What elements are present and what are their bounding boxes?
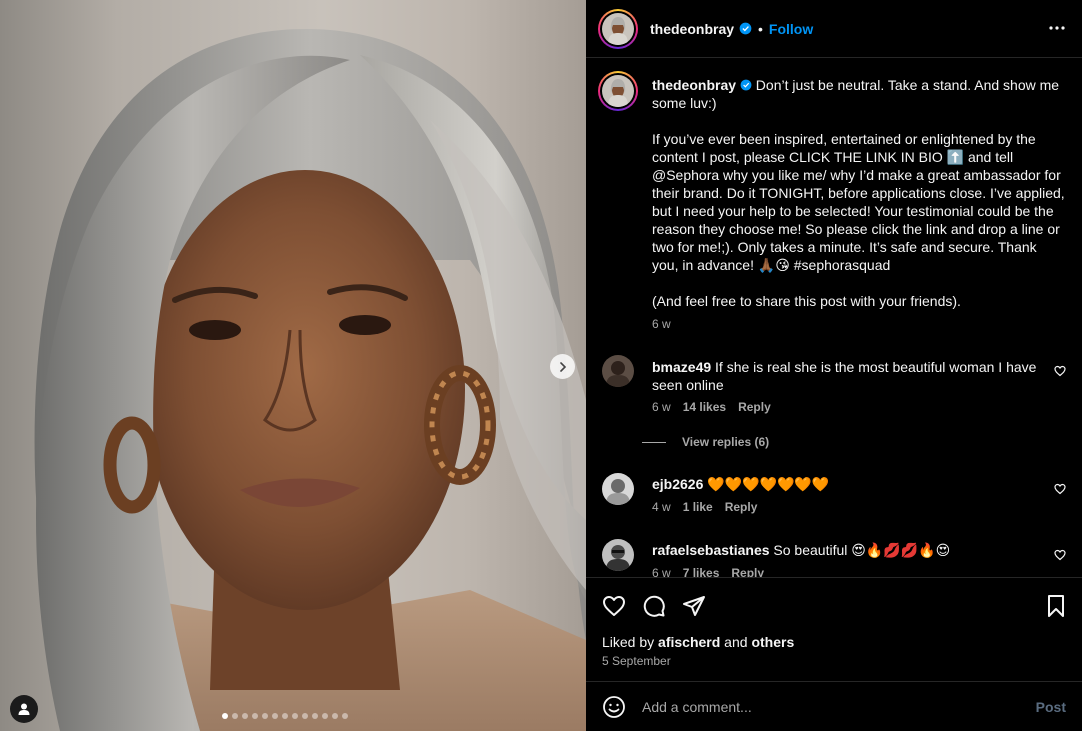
caption-avatar[interactable] (598, 71, 638, 111)
header-separator: • (758, 20, 763, 37)
view-replies-button[interactable]: View replies (6) (642, 435, 769, 449)
post-actions: Liked by afischerd and others 5 Septembe… (586, 577, 1082, 681)
comment-time[interactable]: 4 w (652, 500, 671, 514)
commenter-username[interactable]: bmaze49 (652, 359, 711, 375)
post-author-username[interactable]: thedeonbray (650, 21, 734, 37)
user-tag-icon (18, 703, 30, 715)
post-header: thedeonbray • Follow (586, 0, 1082, 58)
comment-composer: Post (586, 681, 1082, 731)
liked-by-others[interactable]: others (751, 634, 794, 650)
comment-text: ejb2626 🧡🧡🧡🧡🧡🧡🧡 (652, 475, 1040, 493)
like-comment-heart-icon[interactable] (1054, 549, 1066, 561)
comment-body: 🧡🧡🧡🧡🧡🧡🧡 (707, 476, 830, 492)
more-icon[interactable] (1048, 19, 1066, 37)
comment-likes[interactable]: 1 like (683, 500, 713, 514)
comment-body: If she is real she is the most beautiful… (652, 359, 1041, 393)
comment-time[interactable]: 6 w (652, 566, 671, 577)
post-caption: thedeonbray Don’t just be neutral. Take … (598, 71, 1066, 333)
verified-icon (740, 79, 752, 91)
post-photo (34, 29, 586, 731)
reply-button[interactable]: Reply (731, 566, 764, 577)
carousel-dot (322, 713, 328, 719)
carousel-dot (222, 713, 228, 719)
reply-button[interactable]: Reply (738, 400, 771, 414)
like-comment-heart-icon[interactable] (1054, 365, 1066, 377)
post-date[interactable]: 5 September (602, 654, 671, 668)
next-slide-button[interactable] (550, 354, 575, 379)
comment-meta: 6 w 7 likes Reply (652, 566, 764, 577)
caption-paragraph-3: (And feel free to share this post with y… (652, 293, 961, 309)
caption-meta: 6 w (652, 317, 671, 331)
avatar[interactable] (598, 8, 638, 49)
carousel-dot (272, 713, 278, 719)
comment-text: bmaze49 If she is real she is the most b… (652, 358, 1040, 394)
next-icon (559, 361, 566, 372)
comment-item: ejb2626 🧡🧡🧡🧡🧡🧡🧡 4 w 1 like Reply (602, 473, 1066, 533)
post-panel: thedeonbray • Follow thedeonbray Don’t j… (586, 0, 1082, 731)
carousel-dot (332, 713, 338, 719)
bookmark-icon[interactable] (1044, 594, 1068, 618)
follow-button[interactable]: Follow (769, 21, 813, 37)
comment-likes[interactable]: 7 likes (683, 566, 720, 577)
share-icon[interactable] (682, 594, 706, 618)
commenter-avatar[interactable] (602, 355, 634, 387)
comment-input[interactable] (642, 698, 1036, 715)
liked-by: Liked by afischerd and others (602, 634, 794, 650)
liked-by-user[interactable]: afischerd (658, 634, 720, 650)
comment-text: rafaelsebastianes So beautiful 😍🔥💋💋🔥😍 (652, 541, 1040, 559)
comments-scroll-area[interactable]: thedeonbray Don’t just be neutral. Take … (586, 59, 1082, 577)
carousel-dot (302, 713, 308, 719)
carousel-dot (342, 713, 348, 719)
reply-button[interactable]: Reply (725, 500, 758, 514)
commenter-username[interactable]: ejb2626 (652, 476, 703, 492)
carousel-dot (292, 713, 298, 719)
post-comment-button[interactable]: Post (1036, 699, 1066, 715)
caption-username[interactable]: thedeonbray (652, 77, 736, 93)
like-comment-heart-icon[interactable] (1054, 483, 1066, 495)
heart-icon[interactable] (602, 594, 626, 618)
carousel-dot (312, 713, 318, 719)
post-media[interactable] (0, 0, 586, 731)
comment-icon[interactable] (642, 594, 666, 618)
comment-meta: 6 w 14 likes Reply (652, 400, 771, 414)
comment-body: So beautiful 😍🔥💋💋🔥😍 (773, 542, 951, 558)
comment-time[interactable]: 6 w (652, 400, 671, 414)
caption-paragraph-2: If you’ve ever been inspired, entertaine… (652, 131, 1069, 273)
carousel-dot (232, 713, 238, 719)
comment-meta: 4 w 1 like Reply (652, 500, 757, 514)
carousel-dot (262, 713, 268, 719)
emoji-icon[interactable] (602, 695, 626, 719)
commenter-avatar[interactable] (602, 473, 634, 505)
comment-item: rafaelsebastianes So beautiful 😍🔥💋💋🔥😍 6 … (602, 539, 1066, 577)
commenter-username[interactable]: rafaelsebastianes (652, 542, 770, 558)
caption-time[interactable]: 6 w (652, 317, 671, 331)
verified-icon (739, 22, 752, 35)
caption-text: thedeonbray Don’t just be neutral. Take … (652, 76, 1066, 310)
liked-by-and: and (720, 634, 752, 650)
liked-by-prefix: Liked by (602, 634, 659, 650)
avatar-image (602, 12, 634, 45)
carousel-dot (282, 713, 288, 719)
comment-item: bmaze49 If she is real she is the most b… (602, 355, 1066, 455)
carousel-dot (242, 713, 248, 719)
carousel-dot (252, 713, 258, 719)
tagged-users-button[interactable] (10, 695, 38, 723)
comment-likes[interactable]: 14 likes (683, 400, 726, 414)
carousel-indicator (222, 713, 348, 719)
view-replies-label: View replies (6) (682, 435, 770, 449)
commenter-avatar[interactable] (602, 539, 634, 571)
